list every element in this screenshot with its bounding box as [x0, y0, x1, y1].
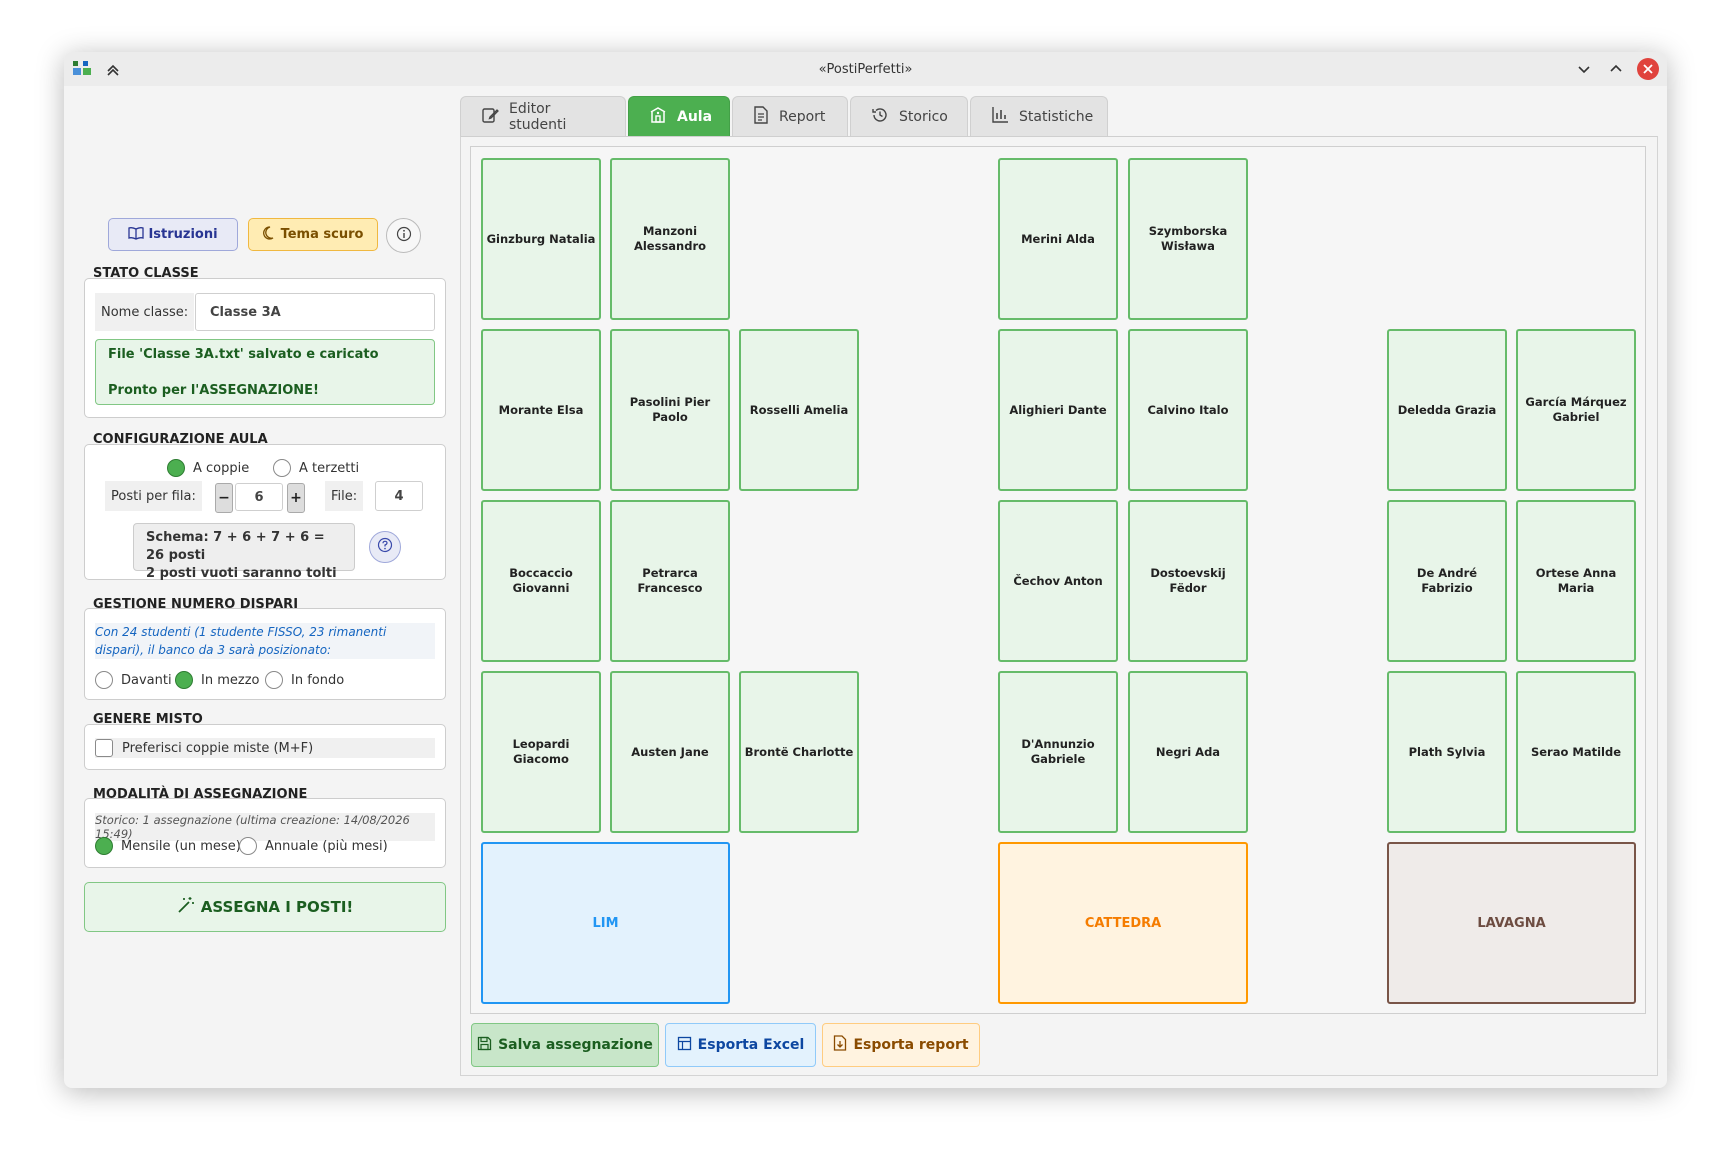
seat[interactable]: Serao Matilde	[1516, 671, 1636, 833]
radio-triplets[interactable]: A terzetti	[273, 459, 359, 477]
magic-wand-icon	[177, 896, 195, 918]
seats-per-row-input[interactable]: 6	[235, 483, 283, 511]
class-status-group: Nome classe: Classe 3A File 'Classe 3A.t…	[84, 278, 446, 418]
app-window: «PostiPerfetti» Istruzioni Tema scuro ST…	[64, 52, 1667, 1088]
tab-editor-studenti[interactable]: Editor studenti	[460, 96, 626, 136]
radio-pairs[interactable]: A coppie	[167, 459, 249, 477]
tab-statistiche[interactable]: Statistiche	[970, 96, 1108, 136]
schema-help-button[interactable]	[369, 531, 401, 563]
table-icon	[677, 1036, 692, 1055]
moon-icon	[262, 225, 277, 244]
dark-theme-label: Tema scuro	[280, 227, 364, 242]
bar-chart-icon	[991, 106, 1009, 128]
minimize-button[interactable]	[1573, 58, 1595, 80]
decrement-button[interactable]: −	[215, 483, 233, 513]
odd-number-group: Con 24 studenti (1 studente FISSO, 23 ri…	[84, 608, 446, 700]
radio-monthly[interactable]: Mensile (un mese)	[95, 837, 241, 855]
mixed-gender-group: Preferisci coppie miste (M+F)	[84, 724, 446, 770]
mixed-gender-checkbox[interactable]: Preferisci coppie miste (M+F)	[95, 738, 435, 758]
status-line-saved: File 'Classe 3A.txt' salvato e caricato	[108, 347, 379, 362]
seat[interactable]: Alighieri Dante	[998, 329, 1118, 491]
instructions-button[interactable]: Istruzioni	[108, 218, 238, 251]
instructions-label: Istruzioni	[148, 227, 218, 242]
seats-per-row-label: Posti per fila:	[105, 481, 202, 511]
tab-report[interactable]: Report	[732, 96, 848, 136]
seat[interactable]: Merini Alda	[998, 158, 1118, 320]
class-name-input[interactable]: Classe 3A	[195, 293, 435, 331]
blackboard: LAVAGNA	[1387, 842, 1636, 1004]
seat[interactable]: Calvino Italo	[1128, 329, 1248, 491]
assignment-mode-group: Storico: 1 assegnazione (ultima creazion…	[84, 798, 446, 868]
history-icon	[871, 106, 889, 128]
seat[interactable]: Čechov Anton	[998, 500, 1118, 662]
rows-label: File:	[325, 481, 364, 511]
export-report-button[interactable]: Esporta report	[822, 1023, 980, 1067]
window-title: «PostiPerfetti»	[818, 61, 913, 77]
tab-bar: Editor studenti Aula Report Storico Stat…	[460, 96, 1108, 136]
save-icon	[477, 1036, 492, 1055]
export-excel-button[interactable]: Esporta Excel	[665, 1023, 816, 1067]
seat[interactable]: Manzoni Alessandro	[610, 158, 730, 320]
empty-seats-line: 2 posti vuoti saranno tolti	[146, 566, 337, 581]
seat[interactable]: Deledda Grazia	[1387, 329, 1507, 491]
file-download-icon	[833, 1035, 847, 1055]
seat[interactable]: Boccaccio Giovanni	[481, 500, 601, 662]
maximize-button[interactable]	[1605, 58, 1627, 80]
increment-button[interactable]: +	[287, 483, 305, 513]
document-icon	[753, 105, 769, 128]
seat[interactable]: Morante Elsa	[481, 329, 601, 491]
status-message: File 'Classe 3A.txt' salvato e caricato …	[95, 339, 435, 405]
classroom-icon	[649, 106, 667, 128]
assign-seats-button[interactable]: ASSEGNA I POSTI!	[84, 882, 446, 932]
radio-front[interactable]: Davanti	[95, 671, 172, 689]
status-line-ready: Pronto per l'ASSEGNAZIONE!	[108, 383, 319, 398]
edit-icon	[481, 106, 499, 128]
seat[interactable]: Pasolini Pier Paolo	[610, 329, 730, 491]
lim-board: LIM	[481, 842, 730, 1004]
app-icon	[72, 59, 92, 81]
teacher-desk: CATTEDRA	[998, 842, 1248, 1004]
book-icon	[128, 226, 145, 244]
seat[interactable]: Plath Sylvia	[1387, 671, 1507, 833]
radio-yearly[interactable]: Annuale (più mesi)	[239, 837, 388, 855]
schema-line: Schema: 7 + 6 + 7 + 6 = 26 posti	[146, 530, 325, 563]
rows-input[interactable]: 4	[375, 481, 423, 511]
dark-theme-button[interactable]: Tema scuro	[248, 218, 378, 251]
radio-back[interactable]: In fondo	[265, 671, 344, 689]
seat[interactable]: Rosselli Amelia	[739, 329, 859, 491]
tab-storico[interactable]: Storico	[850, 96, 968, 136]
save-assignment-button[interactable]: Salva assegnazione	[471, 1023, 659, 1067]
radio-middle[interactable]: In mezzo	[175, 671, 259, 689]
seat[interactable]: Ortese Anna Maria	[1516, 500, 1636, 662]
seat[interactable]: Ginzburg Natalia	[481, 158, 601, 320]
info-icon	[396, 226, 412, 246]
info-button[interactable]	[386, 218, 421, 253]
help-icon	[377, 537, 393, 557]
class-name-label: Nome classe:	[95, 293, 195, 331]
tab-aula[interactable]: Aula	[628, 96, 730, 136]
room-config-group: A coppie A terzetti Posti per fila: − 6 …	[84, 444, 446, 581]
seat[interactable]: Brontë Charlotte	[739, 671, 859, 833]
seat[interactable]: Szymborska Wisława	[1128, 158, 1248, 320]
seat[interactable]: De André Fabrizio	[1387, 500, 1507, 662]
odd-number-info: Con 24 studenti (1 studente FISSO, 23 ri…	[95, 623, 435, 659]
seat[interactable]: Austen Jane	[610, 671, 730, 833]
schema-box: Schema: 7 + 6 + 7 + 6 = 26 posti 2 posti…	[133, 523, 355, 581]
seat[interactable]: Negri Ada	[1128, 671, 1248, 833]
close-button[interactable]	[1637, 58, 1659, 80]
seat[interactable]: Dostoevskij Fëdor	[1128, 500, 1248, 662]
seat[interactable]: García Márquez Gabriel	[1516, 329, 1636, 491]
seat[interactable]: D'Annunzio Gabriele	[998, 671, 1118, 833]
keep-above-icon[interactable]	[102, 59, 124, 81]
title-bar: «PostiPerfetti»	[64, 52, 1667, 86]
seat[interactable]: Petrarca Francesco	[610, 500, 730, 662]
seat[interactable]: Leopardi Giacomo	[481, 671, 601, 833]
